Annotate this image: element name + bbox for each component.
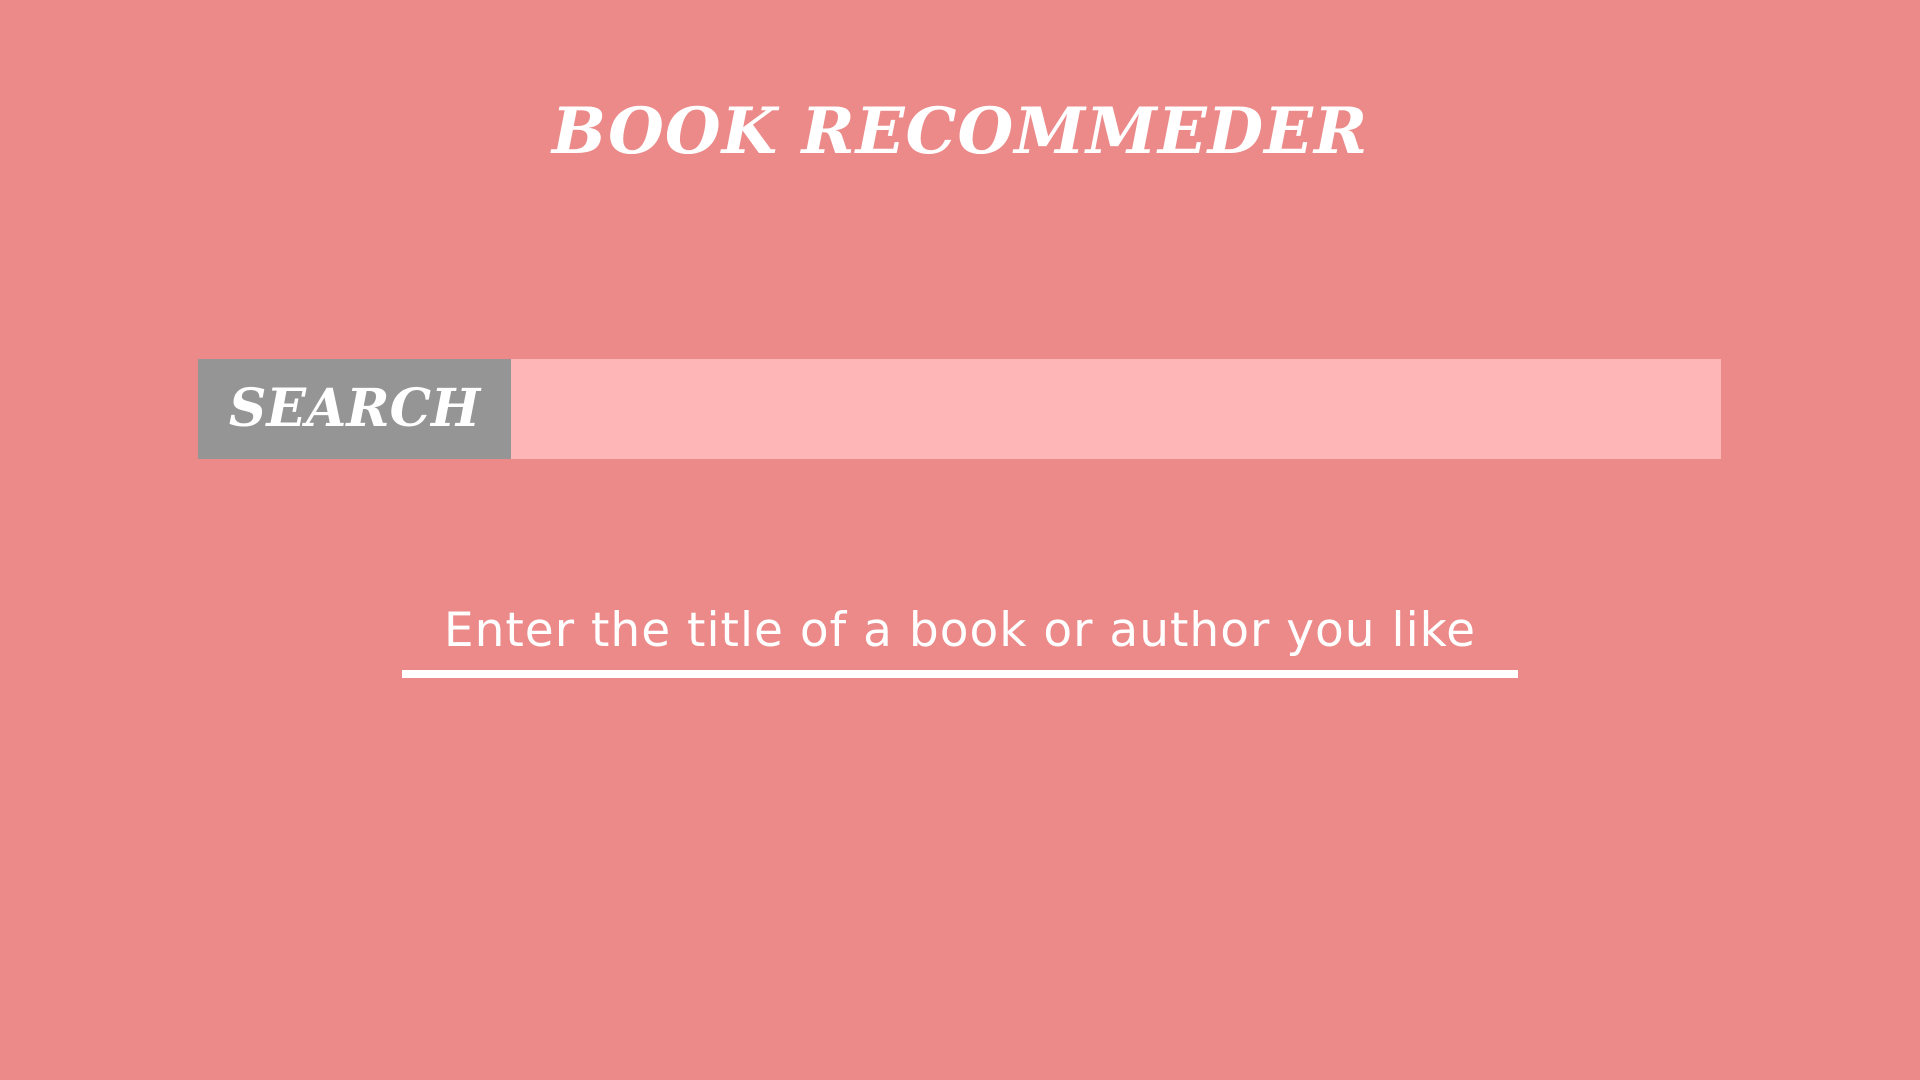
search-hint: Enter the title of a book or author you …: [402, 596, 1518, 680]
search-bar: SEARCH: [198, 359, 1721, 459]
app-title: BOOK RECOMMEDER: [551, 94, 1369, 169]
hint-underline: [402, 670, 1518, 678]
search-input[interactable]: [511, 359, 1721, 459]
search-button[interactable]: SEARCH: [198, 359, 511, 459]
search-hint-text: Enter the title of a book or author you …: [443, 603, 1477, 658]
